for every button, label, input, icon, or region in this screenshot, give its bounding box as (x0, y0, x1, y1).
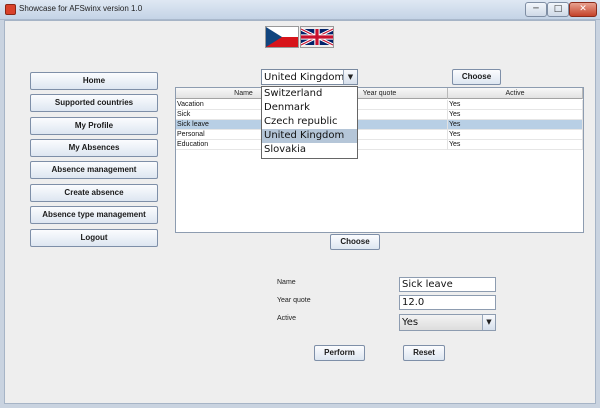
choose-row-button[interactable]: Choose (330, 234, 380, 250)
table-header: Name Year quote Active (176, 88, 583, 99)
name-label: Name (277, 279, 296, 286)
country-option-denmark[interactable]: Denmark (262, 101, 357, 115)
cell-active: Yes (448, 120, 583, 130)
window-titlebar[interactable]: Showcase for AFSwinx version 1.0 ─ □ ✕ (0, 0, 600, 20)
maximize-button[interactable]: □ (547, 2, 569, 17)
nav-my-absences-button[interactable]: My Absences (30, 139, 158, 157)
nav-supported-countries-button[interactable]: Supported countries (30, 94, 158, 112)
country-dropdown-list[interactable]: Switzerland Denmark Czech republic Unite… (261, 86, 358, 159)
java-app-icon (5, 4, 16, 15)
perform-button[interactable]: Perform (314, 345, 365, 361)
column-header-active[interactable]: Active (448, 88, 583, 99)
choose-country-button[interactable]: Choose (452, 69, 501, 85)
country-select[interactable]: United Kingdom ▼ (261, 69, 358, 85)
close-button[interactable]: ✕ (569, 2, 597, 17)
cell-active: Yes (448, 140, 583, 150)
minimize-button[interactable]: ─ (525, 2, 547, 17)
active-select-value: Yes (402, 317, 419, 328)
active-select[interactable]: Yes ▼ (399, 314, 496, 331)
cell-active: Yes (448, 100, 583, 110)
name-field[interactable]: Sick leave (399, 277, 496, 292)
nav-home-button[interactable]: Home (30, 72, 158, 90)
country-option-slovakia[interactable]: Slovakia (262, 143, 357, 157)
czech-flag-icon[interactable] (265, 26, 299, 48)
nav-create-absence-button[interactable]: Create absence (30, 184, 158, 202)
year-quote-label: Year quote (277, 297, 311, 304)
table-row[interactable]: Education Yes (176, 140, 583, 150)
nav-absence-management-button[interactable]: Absence management (30, 161, 158, 179)
nav-absence-type-management-button[interactable]: Absence type management (30, 206, 158, 224)
absence-types-table[interactable]: Name Year quote Active Vacation Yes Sick… (175, 87, 584, 233)
nav-logout-button[interactable]: Logout (30, 229, 158, 247)
cell-active: Yes (448, 110, 583, 120)
country-option-czech-republic[interactable]: Czech republic (262, 115, 357, 129)
year-quote-field[interactable]: 12.0 (399, 295, 496, 310)
nav-my-profile-button[interactable]: My Profile (30, 117, 158, 135)
table-row[interactable]: Vacation Yes (176, 100, 583, 110)
reset-button[interactable]: Reset (403, 345, 445, 361)
table-row[interactable]: Sick Yes (176, 110, 583, 120)
country-option-united-kingdom[interactable]: United Kingdom (262, 129, 357, 143)
country-select-value: United Kingdom (264, 72, 345, 83)
uk-flag-icon[interactable] (300, 26, 334, 48)
chevron-down-icon[interactable]: ▼ (343, 70, 357, 84)
cell-active: Yes (448, 130, 583, 140)
window-title: Showcase for AFSwinx version 1.0 (19, 4, 143, 13)
active-label: Active (277, 315, 297, 322)
country-option-switzerland[interactable]: Switzerland (262, 87, 357, 101)
table-row-selected[interactable]: Sick leave Yes (176, 120, 583, 130)
chevron-down-icon[interactable]: ▼ (482, 315, 495, 330)
table-row[interactable]: Personal Yes (176, 130, 583, 140)
